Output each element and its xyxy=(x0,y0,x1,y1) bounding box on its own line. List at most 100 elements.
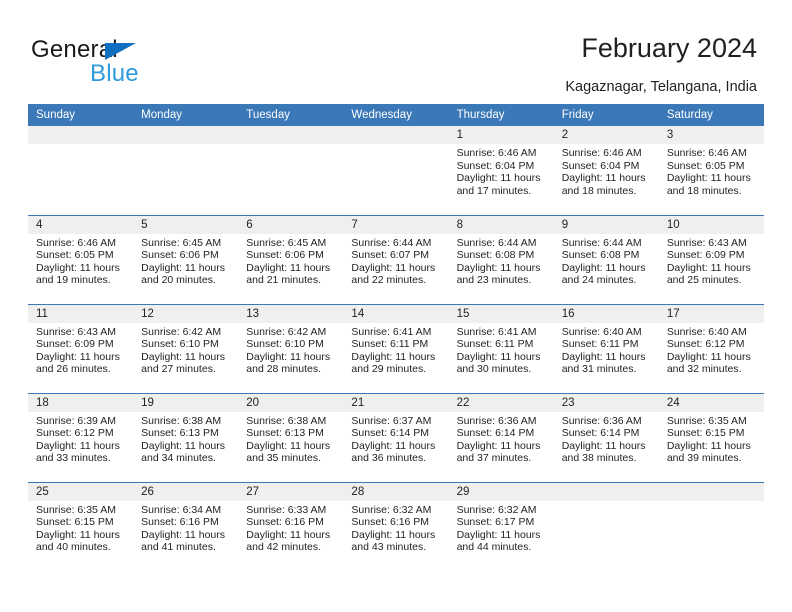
day-number xyxy=(133,126,239,144)
calendar-day-cell[interactable]: 1 Sunrise: 6:46 AM Sunset: 6:04 PM Daylight… xyxy=(448,126,554,215)
day-number: 11 xyxy=(28,304,134,323)
daylight-duration-line1: Daylight: 11 hours xyxy=(666,439,751,452)
calendar-day-cell[interactable]: 4 Sunrise: 6:46 AM Sunset: 6:05 PM Daylight… xyxy=(28,214,134,304)
calendar-cell-empty xyxy=(553,481,659,571)
sunset-time: Sunset: 6:13 PM xyxy=(246,427,324,440)
sunrise-time: Sunrise: 6:35 AM xyxy=(666,414,747,427)
calendar-day-cell[interactable]: 5 Sunrise: 6:45 AM Sunset: 6:06 PM Daylight… xyxy=(133,214,239,304)
daylight-duration-line1: Daylight: 11 hours xyxy=(561,261,646,274)
calendar-day-cell[interactable]: 10 Sunrise: 6:43 AM Sunset: 6:09 PM Dayligh… xyxy=(658,214,764,304)
calendar-week-row: 1 Sunrise: 6:46 AM Sunset: 6:04 PM Daylight… xyxy=(28,126,764,215)
calendar-day-cell[interactable]: 22 Sunrise: 6:36 AM Sunset: 6:14 PM Dayligh… xyxy=(448,392,554,482)
day-number: 18 xyxy=(28,393,134,412)
sunset-time: Sunset: 6:06 PM xyxy=(246,249,324,262)
day-number: 25 xyxy=(28,482,134,501)
daylight-duration-line1: Daylight: 11 hours xyxy=(351,528,436,541)
calendar-day-cell[interactable]: 26 Sunrise: 6:34 AM Sunset: 6:16 PM Dayligh… xyxy=(133,481,239,571)
sunrise-time: Sunrise: 6:40 AM xyxy=(666,325,747,338)
calendar-day-cell[interactable]: 18 Sunrise: 6:39 AM Sunset: 6:12 PM Dayligh… xyxy=(28,392,134,482)
day-number xyxy=(238,126,344,144)
page-location: Kagaznagar, Telangana, India xyxy=(565,79,757,95)
day-number: 29 xyxy=(448,482,554,501)
daylight-duration-line1: Daylight: 11 hours xyxy=(351,350,436,363)
sunrise-time: Sunrise: 6:46 AM xyxy=(36,236,116,249)
day-number: 5 xyxy=(133,215,239,234)
day-details: Sunrise: 6:42 AM Sunset: 6:10 PM Daylight:… xyxy=(238,323,343,376)
calendar-header-row: Sunday Monday Tuesday Wednesday Thursday… xyxy=(28,104,764,126)
sunrise-time: Sunrise: 6:36 AM xyxy=(456,414,537,427)
calendar-day-cell[interactable]: 21 Sunrise: 6:37 AM Sunset: 6:14 PM Dayligh… xyxy=(343,392,449,482)
calendar-day-cell[interactable]: 25 Sunrise: 6:35 AM Sunset: 6:15 PM Dayligh… xyxy=(28,481,134,571)
daylight-duration-line1: Daylight: 11 hours xyxy=(141,439,225,452)
daylight-duration-line1: Daylight: 11 hours xyxy=(456,172,541,185)
day-details: Sunrise: 6:39 AM Sunset: 6:12 PM Daylight:… xyxy=(28,412,133,465)
calendar-day-cell[interactable]: 19 Sunrise: 6:38 AM Sunset: 6:13 PM Dayligh… xyxy=(133,392,239,482)
daylight-duration-line1: Daylight: 11 hours xyxy=(456,528,541,541)
calendar-day-cell[interactable]: 23 Sunrise: 6:36 AM Sunset: 6:14 PM Dayligh… xyxy=(553,392,659,482)
day-details: Sunrise: 6:32 AM Sunset: 6:16 PM Daylight:… xyxy=(343,501,448,554)
sunset-time: Sunset: 6:16 PM xyxy=(246,516,324,529)
sunrise-time: Sunrise: 6:45 AM xyxy=(141,236,222,249)
calendar-day-cell[interactable]: 14 Sunrise: 6:41 AM Sunset: 6:11 PM Dayligh… xyxy=(343,303,449,393)
calendar-day-cell[interactable]: 6 Sunrise: 6:45 AM Sunset: 6:06 PM Daylight… xyxy=(238,214,344,304)
calendar-day-cell[interactable]: 16 Sunrise: 6:40 AM Sunset: 6:11 PM Dayligh… xyxy=(553,303,659,393)
calendar-week-row: 4 Sunrise: 6:46 AM Sunset: 6:05 PM Daylight… xyxy=(28,214,764,304)
day-details: Sunrise: 6:41 AM Sunset: 6:11 PM Daylight:… xyxy=(343,323,448,376)
general-blue-logo: General Blue xyxy=(31,36,251,87)
sunrise-time: Sunrise: 6:35 AM xyxy=(36,503,116,516)
day-number: 7 xyxy=(343,215,449,234)
calendar-day-cell[interactable]: 12 Sunrise: 6:42 AM Sunset: 6:10 PM Dayligh… xyxy=(133,303,239,393)
calendar-day-cell[interactable]: 27 Sunrise: 6:33 AM Sunset: 6:16 PM Dayligh… xyxy=(238,481,344,571)
calendar-day-cell[interactable]: 20 Sunrise: 6:38 AM Sunset: 6:13 PM Dayligh… xyxy=(238,392,344,482)
calendar-day-cell[interactable]: 29 Sunrise: 6:32 AM Sunset: 6:17 PM Dayligh… xyxy=(448,481,554,571)
sunrise-time: Sunrise: 6:44 AM xyxy=(351,236,432,249)
daylight-duration-line2: and 26 minutes. xyxy=(36,363,111,376)
day-number xyxy=(343,126,449,144)
daylight-duration-line2: and 44 minutes. xyxy=(456,541,532,554)
daylight-duration-line1: Daylight: 11 hours xyxy=(561,350,646,363)
calendar-day-cell[interactable]: 15 Sunrise: 6:41 AM Sunset: 6:11 PM Dayligh… xyxy=(448,303,554,393)
day-details: Sunrise: 6:35 AM Sunset: 6:15 PM Daylight:… xyxy=(659,412,764,465)
calendar-cell-empty xyxy=(238,126,344,215)
calendar-day-cell[interactable]: 24 Sunrise: 6:35 AM Sunset: 6:15 PM Dayligh… xyxy=(658,392,764,482)
calendar-day-cell[interactable]: 3 Sunrise: 6:46 AM Sunset: 6:05 PM Daylight… xyxy=(658,126,764,215)
daylight-duration-line2: and 28 minutes. xyxy=(246,363,321,376)
daylight-duration-line2: and 38 minutes. xyxy=(561,452,637,465)
day-details: Sunrise: 6:33 AM Sunset: 6:16 PM Daylight:… xyxy=(238,501,343,554)
day-number: 3 xyxy=(658,126,764,144)
daylight-duration-line1: Daylight: 11 hours xyxy=(666,261,751,274)
day-number: 19 xyxy=(133,393,239,412)
calendar-day-cell[interactable]: 8 Sunrise: 6:44 AM Sunset: 6:08 PM Daylight… xyxy=(448,214,554,304)
daylight-duration-line2: and 31 minutes. xyxy=(561,363,637,376)
sunrise-time: Sunrise: 6:43 AM xyxy=(666,236,747,249)
daylight-duration-line2: and 21 minutes. xyxy=(246,274,321,287)
day-details: Sunrise: 6:45 AM Sunset: 6:06 PM Daylight:… xyxy=(133,234,238,287)
daylight-duration-line1: Daylight: 11 hours xyxy=(561,172,646,185)
calendar-week-row: 25 Sunrise: 6:35 AM Sunset: 6:15 PM Dayligh… xyxy=(28,481,764,571)
sunset-time: Sunset: 6:12 PM xyxy=(666,338,745,351)
day-details: Sunrise: 6:46 AM Sunset: 6:04 PM Daylight:… xyxy=(449,144,554,197)
calendar-day-cell[interactable]: 11 Sunrise: 6:43 AM Sunset: 6:09 PM Dayligh… xyxy=(28,303,134,393)
calendar-day-cell[interactable]: 9 Sunrise: 6:44 AM Sunset: 6:08 PM Daylight… xyxy=(553,214,659,304)
sunrise-time: Sunrise: 6:46 AM xyxy=(456,147,537,159)
sunset-time: Sunset: 6:11 PM xyxy=(456,338,534,351)
day-number: 17 xyxy=(658,304,764,323)
calendar-day-cell[interactable]: 7 Sunrise: 6:44 AM Sunset: 6:07 PM Daylight… xyxy=(343,214,449,304)
weekday-header-friday: Friday xyxy=(553,104,659,126)
day-details: Sunrise: 6:40 AM Sunset: 6:11 PM Daylight:… xyxy=(554,323,659,376)
sunrise-time: Sunrise: 6:38 AM xyxy=(246,414,327,427)
sunrise-time: Sunrise: 6:34 AM xyxy=(141,503,222,516)
calendar-day-cell[interactable]: 28 Sunrise: 6:32 AM Sunset: 6:16 PM Dayligh… xyxy=(343,481,449,571)
daylight-duration-line1: Daylight: 11 hours xyxy=(246,439,331,452)
daylight-duration-line1: Daylight: 11 hours xyxy=(141,261,225,274)
calendar-day-cell[interactable]: 17 Sunrise: 6:40 AM Sunset: 6:12 PM Dayligh… xyxy=(658,303,764,393)
sunset-time: Sunset: 6:09 PM xyxy=(36,338,114,351)
calendar-day-cell[interactable]: 2 Sunrise: 6:46 AM Sunset: 6:04 PM Daylight… xyxy=(553,126,659,215)
day-details: Sunrise: 6:44 AM Sunset: 6:08 PM Daylight:… xyxy=(449,234,554,287)
calendar-day-cell[interactable]: 13 Sunrise: 6:42 AM Sunset: 6:10 PM Dayligh… xyxy=(238,303,344,393)
day-details: Sunrise: 6:35 AM Sunset: 6:15 PM Daylight:… xyxy=(28,501,133,554)
day-number xyxy=(553,482,659,501)
sunset-time: Sunset: 6:14 PM xyxy=(561,427,640,440)
day-number: 20 xyxy=(238,393,344,412)
day-details: Sunrise: 6:43 AM Sunset: 6:09 PM Daylight:… xyxy=(659,234,764,287)
